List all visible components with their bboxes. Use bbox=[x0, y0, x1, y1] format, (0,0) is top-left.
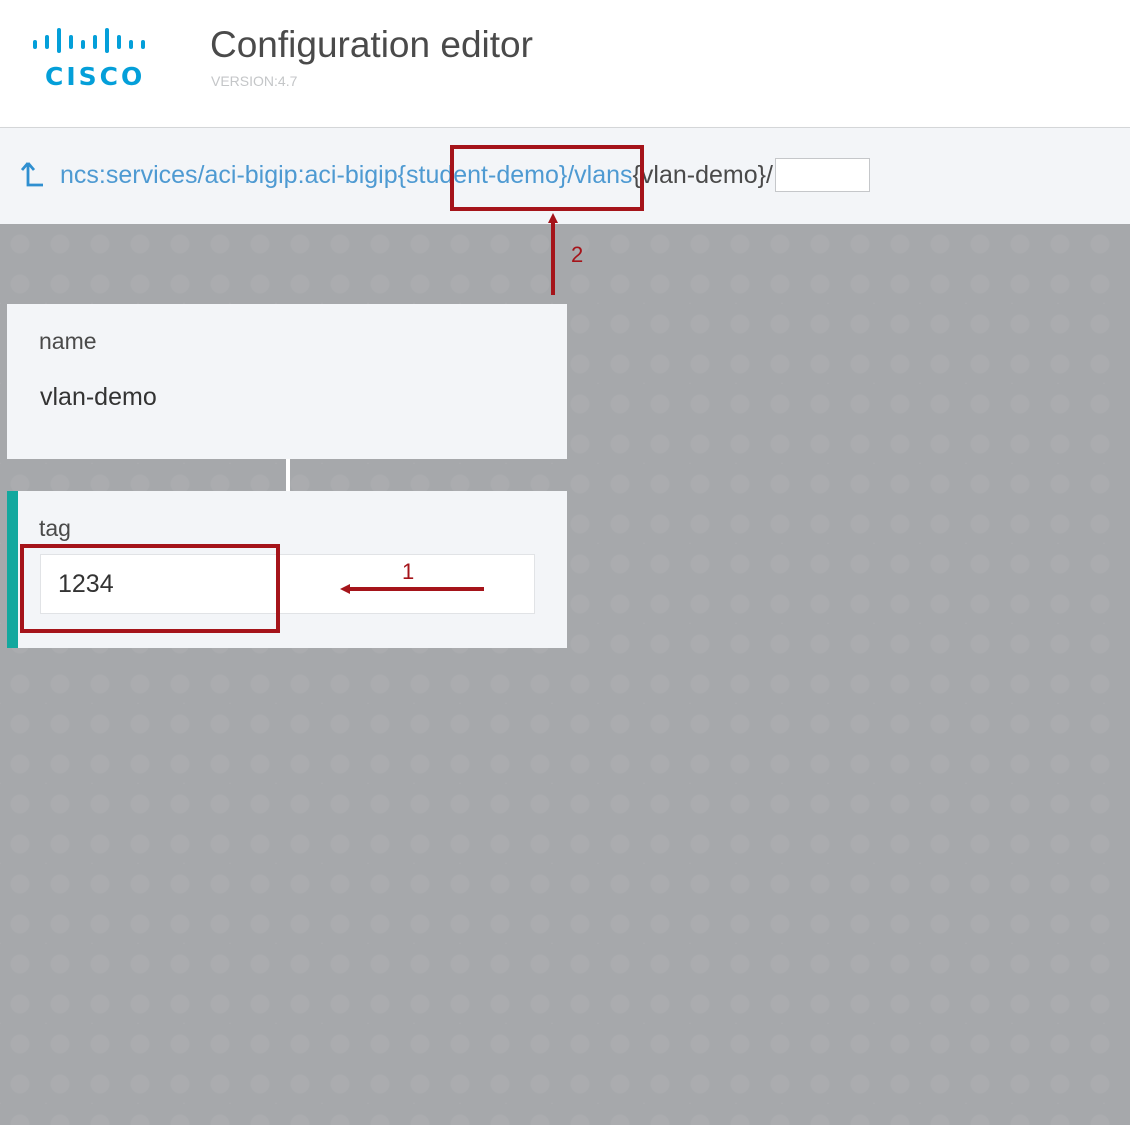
annotation-box-1 bbox=[20, 544, 280, 633]
breadcrumb-link-service[interactable]: ncs:services/aci-bigip:aci-bigip bbox=[60, 161, 398, 190]
card-connector bbox=[286, 459, 290, 491]
cisco-logo: CISCO bbox=[33, 26, 153, 90]
cisco-wordmark: CISCO bbox=[45, 62, 146, 91]
breadcrumb-current: {vlan-demo}/ bbox=[632, 160, 773, 189]
annotation-number-1: 1 bbox=[402, 559, 415, 584]
page-title: Configuration editor bbox=[210, 24, 533, 65]
cisco-bars-icon bbox=[33, 28, 145, 53]
version-label: VERSION:4.7 bbox=[211, 73, 298, 89]
annotation-box-2 bbox=[450, 145, 644, 211]
annotation-number-2: 2 bbox=[571, 242, 584, 267]
leaf-card-name: name vlan-demo bbox=[7, 304, 567, 459]
config-editor-page: CISCO Configuration editor VERSION:4.7 n… bbox=[0, 0, 1130, 1125]
up-arrow-icon[interactable] bbox=[20, 161, 44, 189]
name-label: name bbox=[39, 328, 97, 354]
app-header: CISCO Configuration editor VERSION:4.7 bbox=[0, 0, 1130, 128]
breadcrumb-key-open[interactable]: { bbox=[398, 161, 406, 190]
tag-label: tag bbox=[39, 515, 71, 541]
breadcrumb-path-input[interactable] bbox=[774, 158, 870, 192]
name-value: vlan-demo bbox=[40, 383, 157, 411]
